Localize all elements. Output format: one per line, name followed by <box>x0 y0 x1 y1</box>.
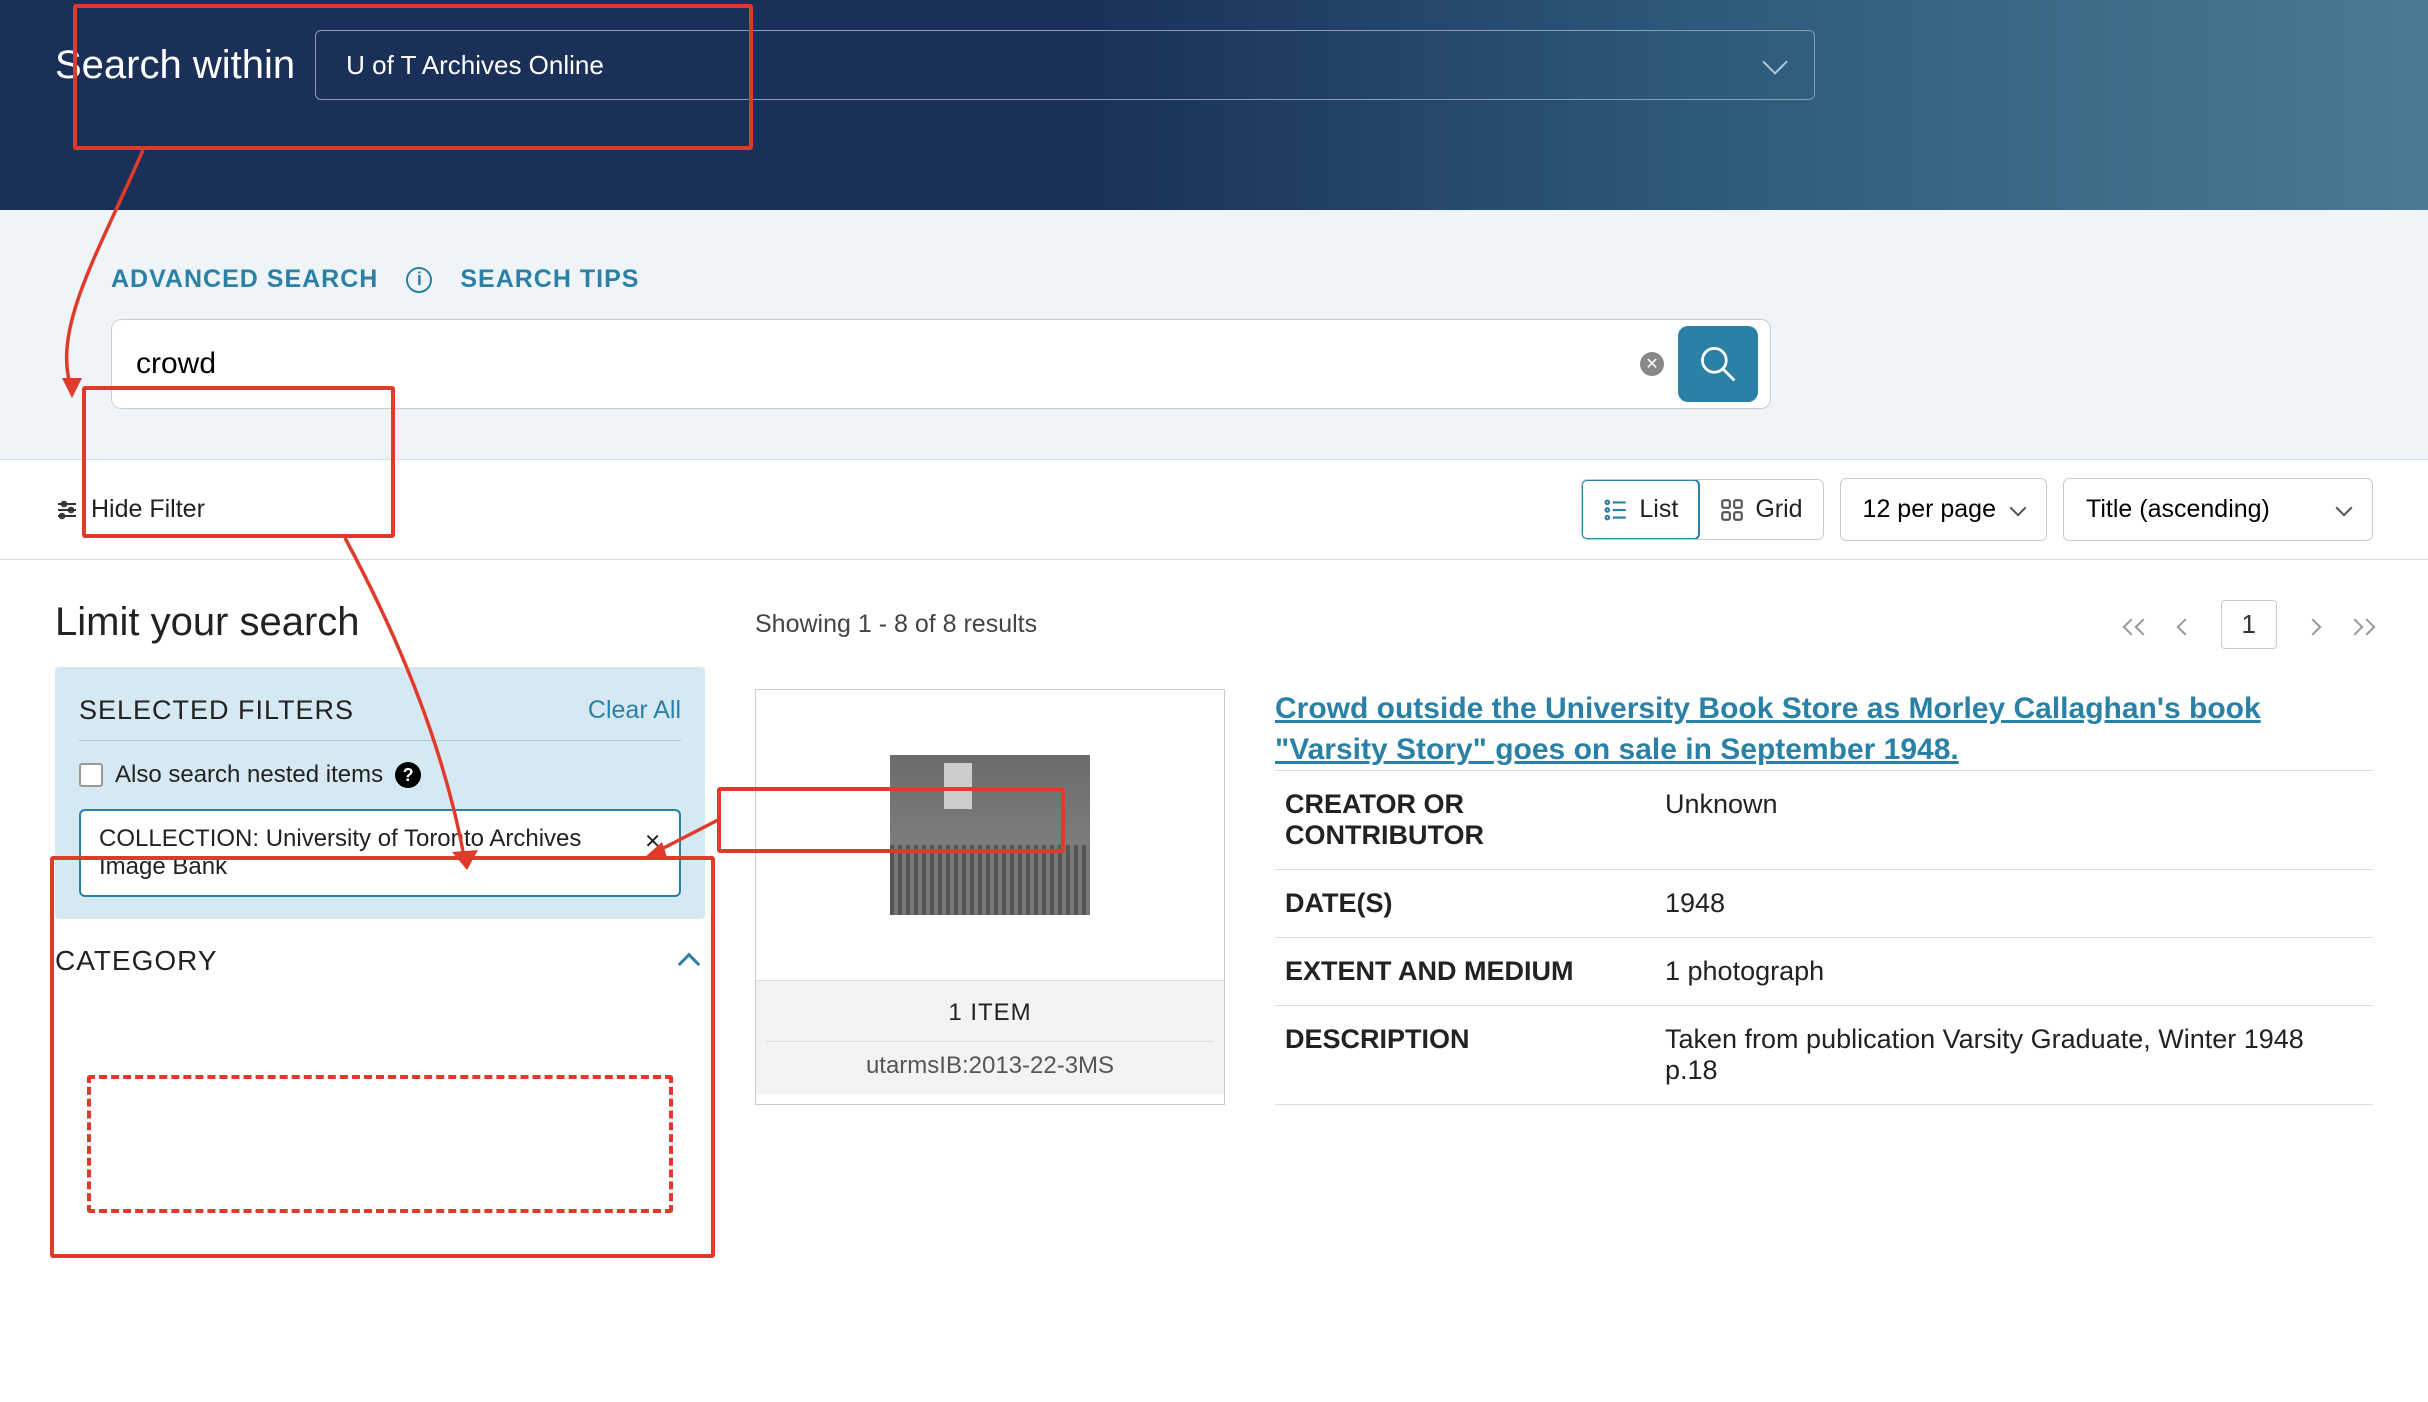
remove-filter-icon[interactable]: ✕ <box>644 829 661 854</box>
grid-icon <box>1719 497 1745 523</box>
clear-search-icon[interactable]: ✕ <box>1640 352 1664 376</box>
search-within-value: U of T Archives Online <box>346 50 604 81</box>
thumbnail-image <box>890 755 1090 915</box>
help-icon[interactable]: ? <box>395 762 421 788</box>
search-input[interactable] <box>136 347 1640 381</box>
meta-key: EXTENT AND MEDIUM <box>1275 938 1655 1006</box>
search-tips-link[interactable]: SEARCH TIPS <box>460 265 639 294</box>
selected-filters-panel: SELECTED FILTERS Clear All Also search n… <box>55 667 705 919</box>
search-box: ✕ <box>111 319 1771 409</box>
meta-row: CREATOR OR CONTRIBUTOR Unknown <box>1275 771 2373 870</box>
item-count-label: 1 ITEM <box>766 999 1214 1042</box>
pager-prev[interactable] <box>2179 609 2191 640</box>
view-list-label: List <box>1639 495 1678 524</box>
chevron-up-icon <box>678 953 701 976</box>
chevron-down-icon <box>1762 49 1787 74</box>
pager-current-page[interactable]: 1 <box>2221 600 2277 649</box>
nested-items-label: Also search nested items <box>115 761 383 789</box>
facet-category-header[interactable]: CATEGORY <box>55 919 705 987</box>
pager-first[interactable] <box>2125 609 2149 640</box>
meta-row: DATE(S) 1948 <box>1275 870 2373 938</box>
selected-filters-label: SELECTED FILTERS <box>79 695 354 726</box>
clear-all-link[interactable]: Clear All <box>588 696 681 725</box>
hide-filter-label: Hide Filter <box>91 495 205 524</box>
results-count: Showing 1 - 8 of 8 results <box>755 610 1037 639</box>
result-title-link[interactable]: Crowd outside the University Book Store … <box>1275 692 2261 766</box>
filter-chip-collection: COLLECTION: University of Toronto Archiv… <box>79 809 681 897</box>
item-ref-id: utarmsIB:2013-22-3MS <box>766 1052 1214 1080</box>
search-within-label: Search within <box>55 43 295 88</box>
info-icon: i <box>406 267 432 293</box>
search-within-select[interactable]: U of T Archives Online <box>315 30 1815 100</box>
filter-chip-text: COLLECTION: University of Toronto Archiv… <box>99 825 634 881</box>
meta-value: 1 photograph <box>1655 938 2373 1006</box>
meta-key: DESCRIPTION <box>1275 1006 1655 1105</box>
result-thumbnail-card[interactable]: 1 ITEM utarmsIB:2013-22-3MS <box>755 689 1225 1105</box>
meta-value: Taken from publication Varsity Graduate,… <box>1655 1006 2373 1105</box>
view-grid-label: Grid <box>1755 495 1802 524</box>
per-page-select[interactable]: 12 per page <box>1840 478 2047 541</box>
sort-select[interactable]: Title (ascending) <box>2063 478 2373 541</box>
facet-category-label: CATEGORY <box>55 945 218 977</box>
pagination: 1 <box>2125 600 2373 649</box>
per-page-label: 12 per page <box>1863 495 1996 524</box>
search-icon <box>1696 342 1740 386</box>
meta-key: CREATOR OR CONTRIBUTOR <box>1275 771 1655 870</box>
view-list-button[interactable]: List <box>1581 479 1700 540</box>
nested-items-checkbox[interactable] <box>79 763 103 787</box>
chevron-down-icon <box>2010 499 2027 516</box>
sort-label: Title (ascending) <box>2086 495 2270 524</box>
search-button[interactable] <box>1678 326 1758 402</box>
meta-key: DATE(S) <box>1275 870 1655 938</box>
meta-row: EXTENT AND MEDIUM 1 photograph <box>1275 938 2373 1006</box>
view-grid-button[interactable]: Grid <box>1699 480 1822 539</box>
result-row: 1 ITEM utarmsIB:2013-22-3MS Crowd outsid… <box>755 689 2373 1105</box>
limit-search-heading: Limit your search <box>55 600 705 645</box>
hide-filter-button[interactable]: Hide Filter <box>55 495 205 524</box>
meta-value: 1948 <box>1655 870 2373 938</box>
filter-sliders-icon <box>55 498 79 522</box>
list-icon <box>1603 497 1629 523</box>
pager-next[interactable] <box>2307 609 2319 640</box>
chevron-down-icon <box>2336 499 2353 516</box>
pager-last[interactable] <box>2349 609 2373 640</box>
meta-value: Unknown <box>1655 771 2373 870</box>
meta-row: DESCRIPTION Taken from publication Varsi… <box>1275 1006 2373 1105</box>
advanced-search-link[interactable]: ADVANCED SEARCH <box>111 265 378 294</box>
